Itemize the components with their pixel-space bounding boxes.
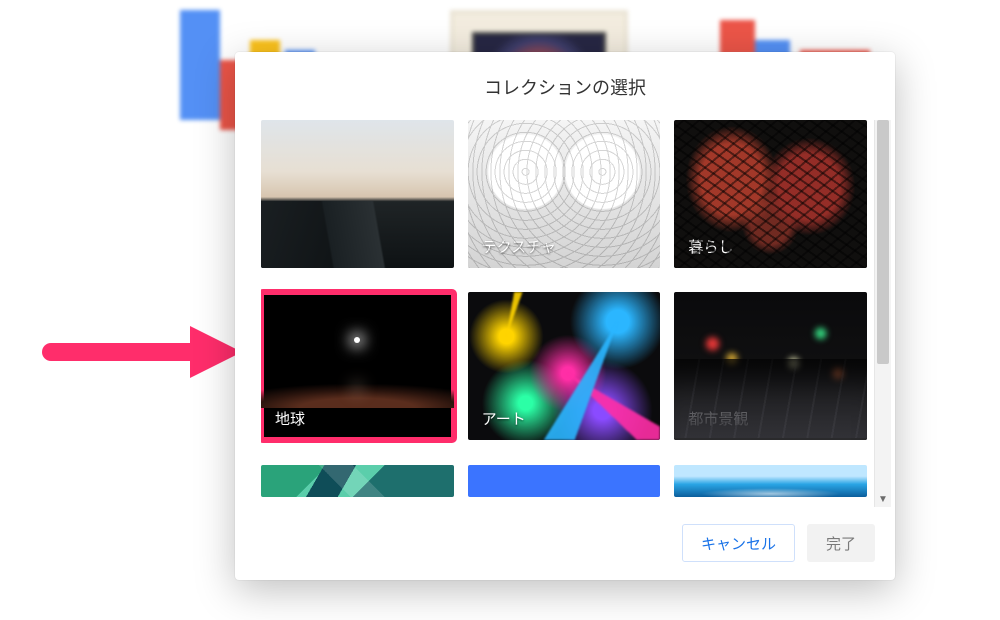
collection-label: 風景: [261, 228, 454, 268]
annotation-arrow: [42, 326, 242, 378]
collection-tile-partial[interactable]: [261, 465, 454, 497]
collection-tile-life[interactable]: 暮らし: [674, 120, 867, 268]
collection-label: テクスチャ: [468, 228, 661, 268]
done-button[interactable]: 完了: [807, 524, 875, 562]
collection-tile-partial[interactable]: [468, 465, 661, 497]
scrollbar-track[interactable]: ▲ ▼: [874, 120, 891, 507]
collection-tile-earth[interactable]: 地球: [261, 292, 454, 440]
collection-tile-cityscape[interactable]: 都市景観: [674, 292, 867, 440]
dialog-title: コレクションの選択: [235, 52, 895, 120]
scroll-down-icon[interactable]: ▼: [875, 491, 891, 507]
collection-label: 暮らし: [674, 228, 867, 268]
scrollbar-thumb[interactable]: [877, 120, 889, 364]
collection-grid: 風景 テクスチャ 暮らし 地球 アート 都市景観: [261, 120, 871, 507]
collection-tile-landscape[interactable]: 風景: [261, 120, 454, 268]
collection-tile-partial[interactable]: [674, 465, 867, 497]
collection-label: 都市景観: [674, 400, 867, 440]
collection-picker-dialog: コレクションの選択 風景 テクスチャ 暮らし 地球 アート 都市景観: [235, 52, 895, 580]
collection-tile-texture[interactable]: テクスチャ: [468, 120, 661, 268]
dialog-footer: キャンセル 完了: [235, 507, 895, 580]
cancel-button[interactable]: キャンセル: [682, 524, 795, 562]
collection-label: 地球: [261, 400, 454, 440]
collection-grid-wrap: 風景 テクスチャ 暮らし 地球 アート 都市景観 ▲: [235, 120, 895, 507]
collection-label: アート: [468, 400, 661, 440]
collection-tile-art[interactable]: アート: [468, 292, 661, 440]
